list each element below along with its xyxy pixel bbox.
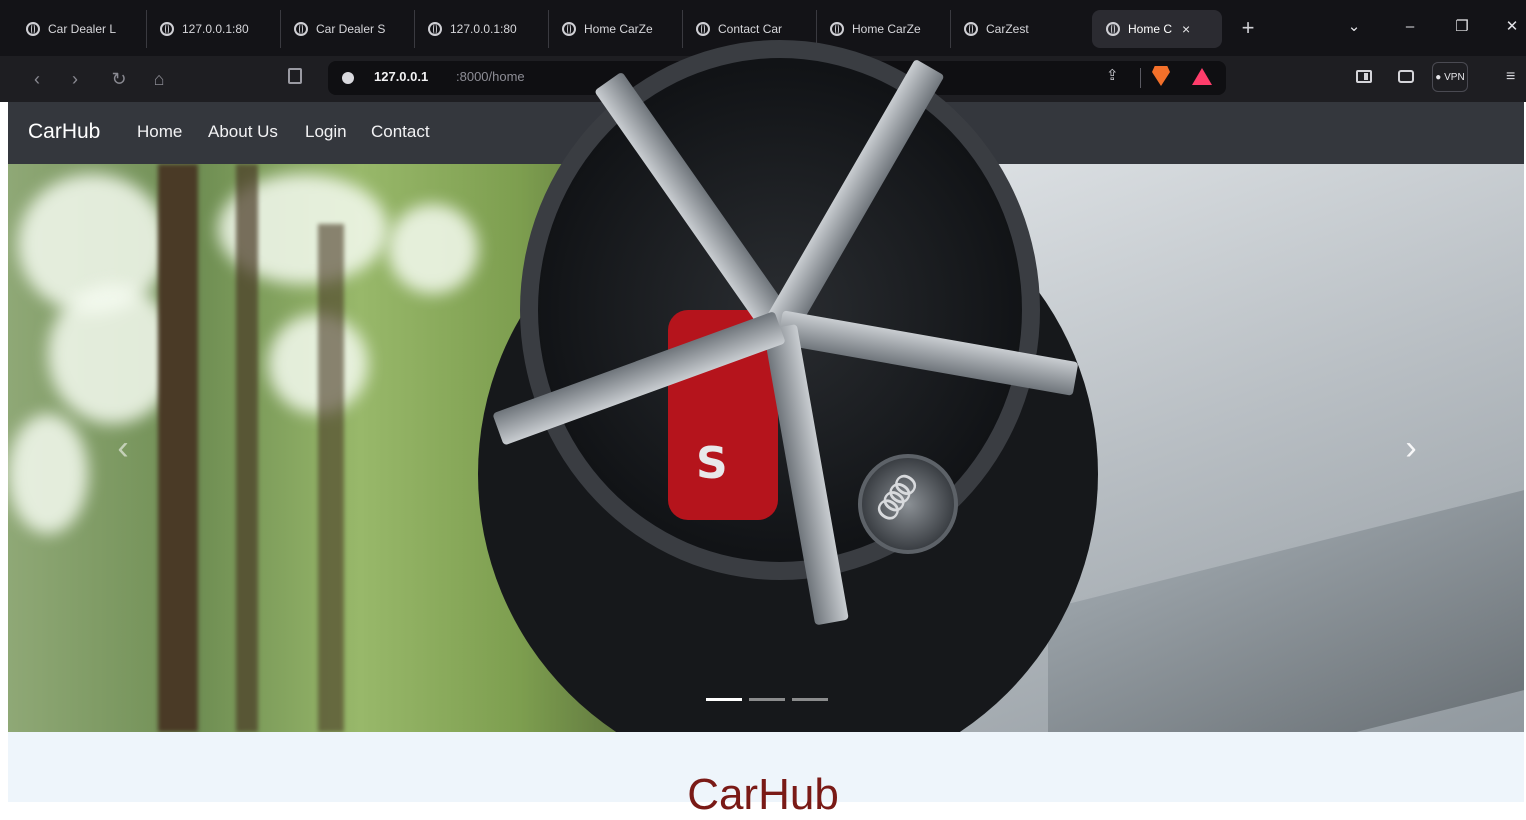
nav-link-about-us[interactable]: About Us <box>208 122 278 142</box>
hamburger-menu-icon[interactable]: ≡ <box>1506 69 1526 85</box>
browser-tab[interactable]: 127.0.0.1:80 <box>146 10 281 48</box>
section-title: CarHub <box>687 770 839 819</box>
forward-button[interactable]: › <box>62 66 88 92</box>
close-icon[interactable]: × <box>1182 21 1190 37</box>
tab-title: CarZest <box>986 22 1029 36</box>
chevron-right-icon[interactable]: › <box>1396 428 1426 468</box>
close-window-button[interactable]: ✕ <box>1496 12 1526 42</box>
tab-title: 127.0.0.1:80 <box>182 22 249 36</box>
globe-icon <box>294 22 308 36</box>
minimize-button[interactable]: – <box>1394 12 1426 42</box>
caliper-badge: S <box>696 438 728 489</box>
reload-button[interactable]: ↻ <box>106 66 132 92</box>
sidebar-icon[interactable] <box>1356 70 1372 83</box>
site-brand[interactable]: CarHub <box>28 120 100 144</box>
tab-title: Home CarZe <box>584 22 653 36</box>
nav-link-home[interactable]: Home <box>137 122 182 142</box>
browser-tab[interactable]: CarZest <box>950 10 1084 48</box>
globe-icon <box>160 22 174 36</box>
site-info-icon[interactable] <box>342 72 354 84</box>
tab-title: Home CarZe <box>852 22 921 36</box>
tab-title: Car Dealer L <box>48 22 117 36</box>
url-path: :8000/home <box>456 69 525 84</box>
globe-icon <box>1106 22 1120 36</box>
rewards-triangle-icon[interactable] <box>1192 68 1212 85</box>
tab-title: 127.0.0.1:80 <box>450 22 517 36</box>
home-button[interactable]: ⌂ <box>146 66 172 92</box>
url-host: 127.0.0.1 <box>374 69 429 84</box>
back-button[interactable]: ‹ <box>24 66 50 92</box>
browser-tab[interactable]: Car Dealer S <box>280 10 415 48</box>
globe-icon <box>830 22 844 36</box>
tab-title: Home C <box>1128 22 1173 36</box>
carousel-indicator[interactable] <box>706 698 742 701</box>
browser-tab[interactable]: Home CarZe <box>816 10 951 48</box>
plus-icon[interactable]: + <box>1236 14 1260 42</box>
globe-icon <box>964 22 978 36</box>
vpn-button[interactable]: ● VPN <box>1432 62 1468 92</box>
bookmark-icon[interactable] <box>288 68 302 84</box>
browser-tab[interactable]: 127.0.0.1:80 <box>414 10 549 48</box>
browser-tab-active[interactable]: Home C × <box>1092 10 1222 48</box>
tab-search-dropdown-button[interactable]: ⌄ <box>1338 12 1370 42</box>
globe-icon <box>428 22 442 36</box>
carousel-indicator[interactable] <box>749 698 785 701</box>
maximize-button[interactable]: ❐ <box>1446 12 1478 42</box>
globe-icon <box>562 22 576 36</box>
carousel-indicator[interactable] <box>792 698 828 701</box>
address-bar-divider <box>1140 68 1141 88</box>
nav-link-contact[interactable]: Contact <box>371 122 430 142</box>
tab-title: Car Dealer S <box>316 22 386 36</box>
globe-icon <box>696 22 710 36</box>
nav-link-login[interactable]: Login <box>305 122 347 142</box>
tab-title: Contact Car <box>718 22 783 36</box>
chevron-left-icon[interactable]: ‹ <box>108 428 138 468</box>
browser-tab[interactable]: Home CarZe <box>548 10 683 48</box>
browser-tab[interactable]: Car Dealer L <box>12 10 147 48</box>
globe-icon <box>26 22 40 36</box>
share-icon[interactable]: ⇪ <box>1106 67 1124 85</box>
wallet-icon[interactable] <box>1398 70 1414 83</box>
